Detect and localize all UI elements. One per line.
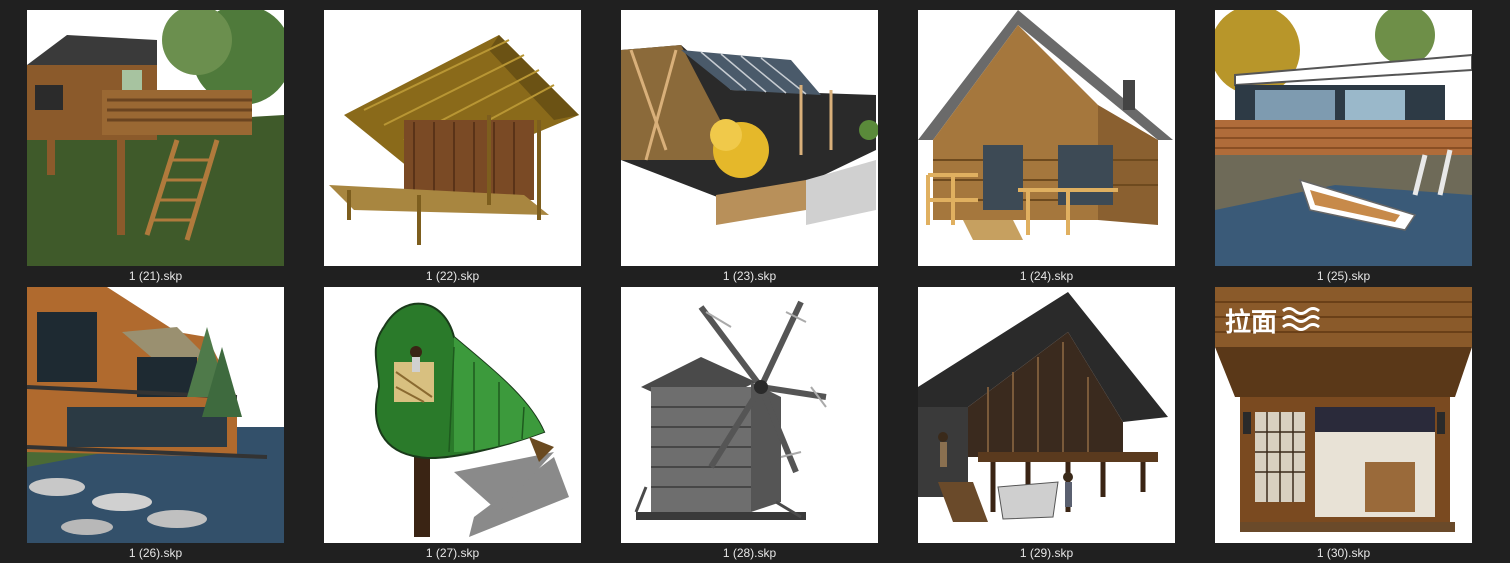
file-item[interactable]: 1 (28).skp — [621, 287, 878, 563]
leaf-treehouse-thumbnail[interactable] — [324, 287, 581, 543]
file-item[interactable]: 1 (26).skp — [27, 287, 284, 563]
file-name[interactable]: 1 (29).skp — [918, 546, 1175, 560]
greenhouse-cabin-thumbnail[interactable] — [621, 10, 878, 266]
file-item[interactable]: 1 (21).skp — [27, 10, 284, 286]
file-item[interactable]: 1 (25).skp — [1215, 10, 1472, 286]
file-name[interactable]: 1 (24).skp — [918, 269, 1175, 283]
shop-sign-text: 拉面 — [1225, 307, 1277, 338]
file-name[interactable]: 1 (23).skp — [621, 269, 878, 283]
treehouse-thumbnail[interactable] — [27, 10, 284, 266]
bamboo-hut-thumbnail[interactable] — [324, 10, 581, 266]
lake-house-thumbnail[interactable] — [1215, 10, 1472, 266]
file-item[interactable]: 1 (29).skp — [918, 287, 1175, 563]
file-name[interactable]: 1 (27).skp — [324, 546, 581, 560]
log-cabin-thumbnail[interactable] — [918, 10, 1175, 266]
file-item[interactable]: 1 (24).skp — [918, 10, 1175, 286]
file-name[interactable]: 1 (28).skp — [621, 546, 878, 560]
file-item[interactable]: 1 (27).skp — [324, 287, 581, 563]
file-name[interactable]: 1 (25).skp — [1215, 269, 1472, 283]
ramen-shop-thumbnail[interactable]: 拉面 — [1215, 287, 1472, 543]
file-name[interactable]: 1 (22).skp — [324, 269, 581, 283]
file-grid: 1 (21).skp 1 (22).skp 1 (23).skp 1 (24).… — [0, 0, 1510, 562]
stilt-house-thumbnail[interactable] — [918, 287, 1175, 543]
file-item[interactable]: 1 (22).skp — [324, 10, 581, 286]
file-name[interactable]: 1 (30).skp — [1215, 546, 1472, 560]
file-name[interactable]: 1 (21).skp — [27, 269, 284, 283]
file-item[interactable]: 拉面 1 (30).skp — [1215, 287, 1472, 563]
file-item[interactable]: 1 (23).skp — [621, 10, 878, 286]
waterfront-villa-thumbnail[interactable] — [27, 287, 284, 543]
windmill-thumbnail[interactable] — [621, 287, 878, 543]
file-name[interactable]: 1 (26).skp — [27, 546, 284, 560]
